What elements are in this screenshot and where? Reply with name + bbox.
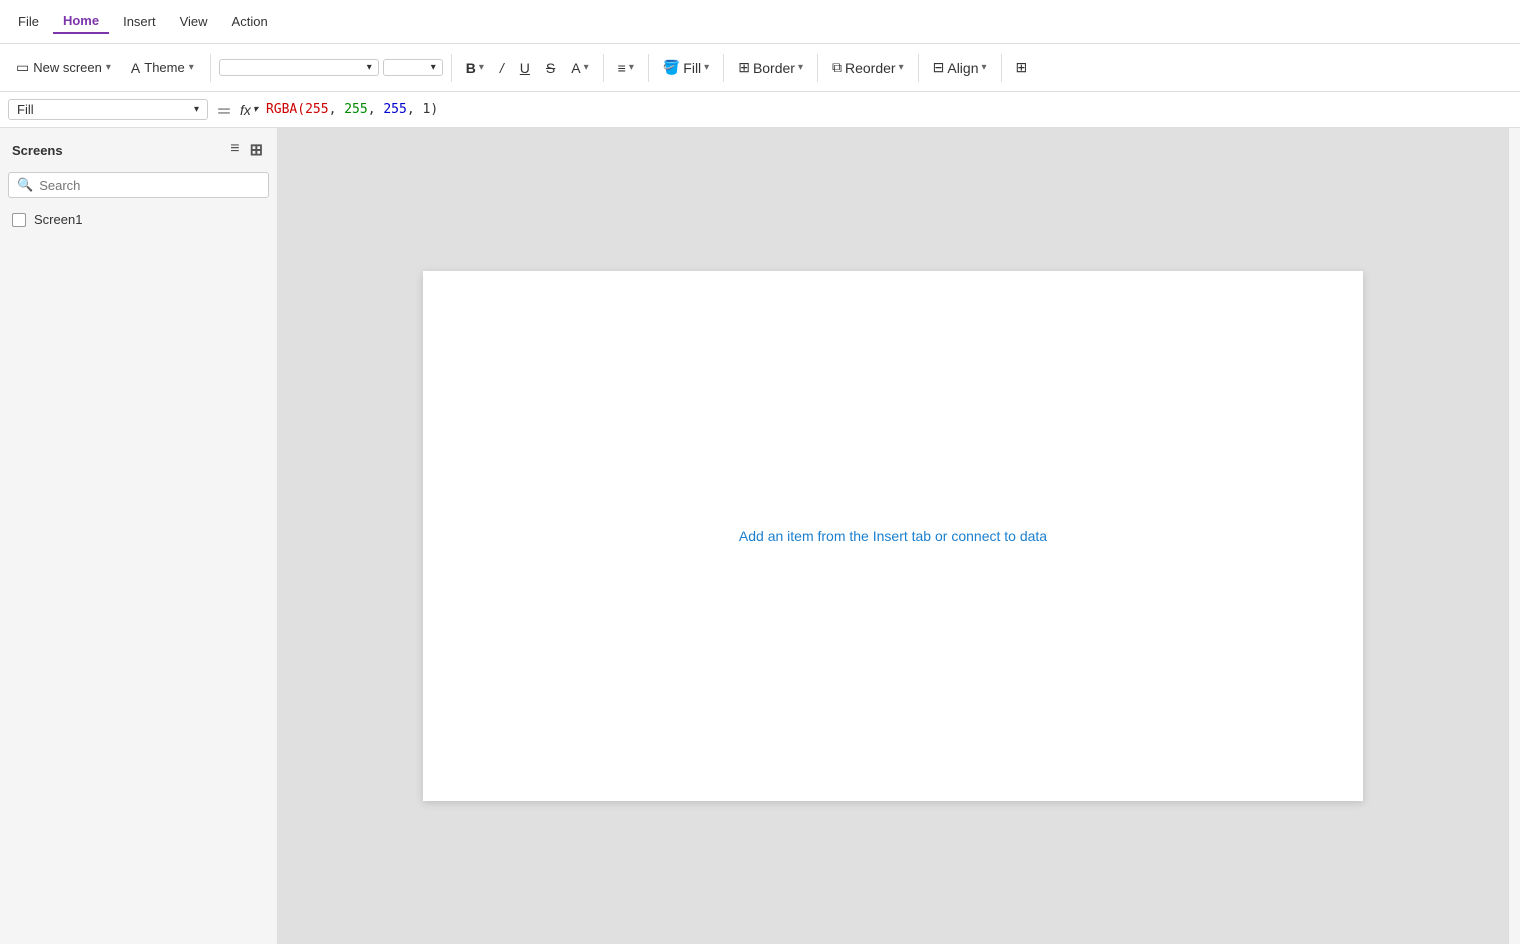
grid-view-icon[interactable]: ⊞ (248, 138, 265, 162)
align2-icon: ⊟ (933, 59, 945, 76)
formula-comma2: , (368, 102, 384, 117)
formula-rgba-g: 255 (344, 102, 367, 117)
right-panel (1508, 128, 1520, 944)
fx-chevron-icon: ▾ (253, 104, 258, 115)
canvas-content[interactable]: Add an item from the Insert tab or conne… (423, 271, 1363, 801)
name-box-chevron-icon: ▾ (194, 104, 199, 115)
underline-button[interactable]: U (514, 56, 536, 80)
canvas-hint: Add an item from the Insert tab or conne… (739, 528, 1047, 544)
size-selector[interactable]: ▾ (383, 59, 443, 76)
screen-checkbox[interactable] (12, 213, 26, 227)
align2-chevron-icon: ▾ (982, 62, 987, 73)
font-color-chevron-icon: ▾ (584, 62, 589, 73)
fx-label: fx (240, 102, 251, 118)
fill-icon: 🪣 (663, 59, 680, 76)
menu-insert[interactable]: Insert (113, 10, 166, 33)
connect-hint-link[interactable]: connect to data (951, 528, 1047, 544)
formula-rgba-b: 255 (383, 102, 406, 117)
more-options-button[interactable]: ⊞ (1010, 55, 1034, 80)
formula-comma1: , (329, 102, 345, 117)
italic-button[interactable]: / (494, 56, 510, 80)
new-screen-chevron-icon: ▾ (106, 62, 111, 73)
new-screen-icon: ▭ (16, 59, 29, 76)
separator-2 (451, 54, 452, 82)
border-button[interactable]: ⊞ Border ▾ (732, 55, 809, 80)
bold-label: B (466, 60, 476, 76)
formula-input-area[interactable]: RGBA(255, 255, 255, 1) (266, 102, 1512, 117)
separator-7 (918, 54, 919, 82)
bold-button[interactable]: B ▾ (460, 56, 490, 80)
align-chevron-icon: ▾ (629, 62, 634, 73)
reorder-chevron-icon: ▾ (899, 62, 904, 73)
search-icon: 🔍 (17, 177, 33, 193)
search-input[interactable] (39, 178, 260, 193)
name-box[interactable]: Fill ▾ (8, 99, 208, 120)
align2-button[interactable]: ⊟ Align ▾ (927, 55, 993, 80)
menu-home[interactable]: Home (53, 9, 109, 34)
formula-rgba-a: 1) (423, 102, 439, 117)
align-button[interactable]: ≡ ▾ (612, 56, 640, 80)
font-selector[interactable]: ▾ (219, 59, 379, 76)
menu-view[interactable]: View (170, 10, 218, 33)
more-options-icon: ⊞ (1016, 59, 1028, 76)
underline-label: U (520, 60, 530, 76)
size-chevron-icon: ▾ (431, 62, 436, 73)
font-chevron-icon: ▾ (367, 62, 372, 73)
formula-fx-btn[interactable]: fx ▾ (240, 102, 258, 118)
theme-button[interactable]: A Theme ▾ (123, 56, 202, 80)
screen-item[interactable]: Screen1 (0, 206, 277, 233)
separator-1 (210, 54, 211, 82)
theme-icon: A (131, 60, 140, 76)
new-screen-label: New screen (33, 60, 102, 75)
list-view-icon[interactable]: ≡ (228, 138, 241, 162)
hint-or: or (935, 528, 951, 544)
reorder-button[interactable]: ⧉ Reorder ▾ (826, 55, 910, 80)
fill-button[interactable]: 🪣 Fill ▾ (657, 55, 715, 80)
search-box[interactable]: 🔍 (8, 172, 269, 198)
canvas-area: Add an item from the Insert tab or conne… (278, 128, 1508, 944)
border-icon: ⊞ (738, 59, 750, 76)
separator-6 (817, 54, 818, 82)
italic-label: / (500, 60, 504, 76)
font-color-label: A (571, 60, 580, 76)
font-color-button[interactable]: A ▾ (565, 56, 594, 80)
align2-label: Align (947, 60, 978, 76)
sidebar-header-icons: ≡ ⊞ (228, 138, 265, 162)
strikethrough-label: S (546, 60, 555, 76)
fill-chevron-icon: ▾ (704, 62, 709, 73)
theme-label: Theme (144, 60, 184, 75)
name-box-value: Fill (17, 102, 34, 117)
formula-comma3: , (407, 102, 423, 117)
fill-label: Fill (683, 60, 701, 76)
toolbar: ▭ New screen ▾ A Theme ▾ ▾ ▾ B ▾ / U S A… (0, 44, 1520, 92)
screens-title: Screens (12, 143, 63, 158)
sidebar-header: Screens ≡ ⊞ (0, 128, 277, 172)
formula-bar: Fill ▾ ＝ fx ▾ RGBA(255, 255, 255, 1) (0, 92, 1520, 128)
theme-chevron-icon: ▾ (189, 62, 194, 73)
separator-3 (603, 54, 604, 82)
separator-4 (648, 54, 649, 82)
reorder-label: Reorder (845, 60, 896, 76)
reorder-icon: ⧉ (832, 59, 842, 76)
new-screen-button[interactable]: ▭ New screen ▾ (8, 55, 119, 80)
main-layout: Screens ≡ ⊞ 🔍 Screen1 Add an item from t… (0, 128, 1520, 944)
sidebar: Screens ≡ ⊞ 🔍 Screen1 (0, 128, 278, 944)
border-chevron-icon: ▾ (798, 62, 803, 73)
border-label: Border (753, 60, 795, 76)
menu-action[interactable]: Action (222, 10, 278, 33)
formula-equals-btn[interactable]: ＝ (216, 98, 232, 122)
separator-8 (1001, 54, 1002, 82)
insert-hint-link[interactable]: Add an item from the Insert tab (739, 528, 931, 544)
screen-name: Screen1 (34, 212, 82, 227)
strikethrough-button[interactable]: S (540, 56, 561, 80)
separator-5 (723, 54, 724, 82)
menu-file[interactable]: File (8, 10, 49, 33)
align-icon: ≡ (618, 60, 626, 76)
bold-chevron-icon: ▾ (479, 62, 484, 73)
formula-rgba-r: RGBA(255 (266, 102, 329, 117)
menu-bar: File Home Insert View Action (0, 0, 1520, 44)
